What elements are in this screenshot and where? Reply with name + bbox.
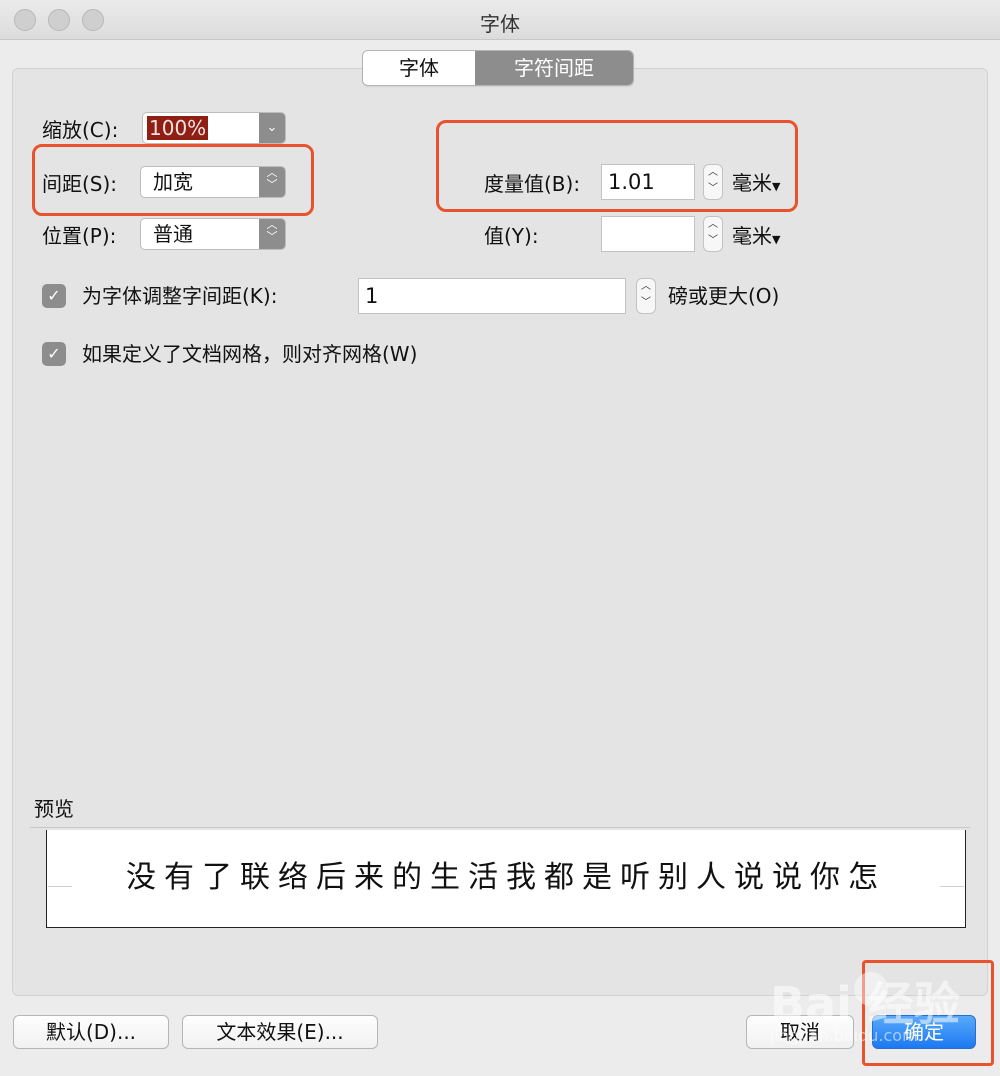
kerning-suffix-label: 磅或更大(O) [668,284,780,308]
highlight-spacing-box [32,144,314,216]
measure-y-stepper[interactable]: ︿ ﹀ [703,216,723,252]
position-value: 普通 [153,222,193,246]
scale-combo[interactable]: 100% ⌄ [142,112,286,144]
dropdown-triangle-icon: ▼ [772,233,781,246]
measure-y-label: 值(Y): [484,224,539,248]
kerning-points-input[interactable]: 1 [358,278,626,314]
preview-text: 没有了联络后来的生活我都是听别人说说你怎 [126,860,886,895]
measure-y-unit: 毫米 [732,224,772,248]
grid-snap-label: 如果定义了文档网格，则对齐网格(W) [82,342,418,366]
window-title: 字体 [480,12,520,36]
kerning-checkbox[interactable]: ✓ [42,284,66,308]
position-select[interactable]: 普通 ︿ ﹀ [140,218,286,250]
measure-y-input[interactable] [601,216,695,252]
title-bar: 字体 [0,0,1000,40]
chevron-down-icon[interactable]: ⌄ [259,113,285,143]
grid-snap-checkbox[interactable]: ✓ [42,342,66,366]
scale-value: 100% [147,116,209,140]
updown-chevron-icon[interactable]: ︿ ﹀ [259,219,285,249]
tab-font[interactable]: 字体 [363,51,475,85]
preview-label: 预览 [34,797,74,821]
cancel-button[interactable]: 取消 [746,1015,854,1049]
position-label: 位置(P): [42,224,117,248]
kerning-stepper[interactable]: ︿ ﹀ [636,278,656,314]
text-effects-button[interactable]: 文本效果(E)... [182,1015,378,1049]
default-button[interactable]: 默认(D)... [13,1015,169,1049]
measure-y-unit-menu[interactable]: 毫米▼ [732,221,780,255]
kerning-label: 为字体调整字间距(K): [82,284,278,308]
highlight-measure-box [436,120,798,212]
tab-character-spacing[interactable]: 字符间距 [475,51,633,85]
tab-bar: 字体 字符间距 [362,50,634,86]
preview-divider [30,827,970,828]
scale-label: 缩放(C): [42,118,119,142]
highlight-ok-box [862,960,994,1066]
